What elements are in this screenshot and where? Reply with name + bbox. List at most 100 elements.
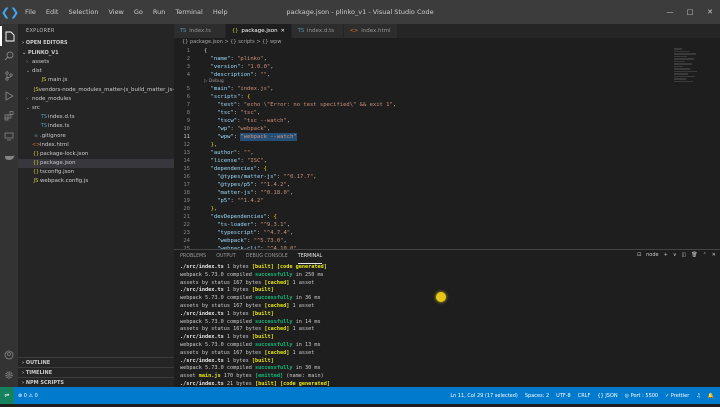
line-number: 15 bbox=[183, 166, 190, 172]
code-token: : bbox=[247, 238, 254, 244]
explorer-icon[interactable] bbox=[0, 26, 18, 46]
tree-item[interactable]: <> index.html bbox=[18, 141, 174, 150]
tree-item[interactable]: › node_modules bbox=[18, 95, 174, 104]
terminal-line: ./src/index.ts 1 bytes [built] bbox=[180, 334, 720, 342]
menu-item-edit[interactable]: Edit bbox=[41, 0, 64, 24]
account-icon[interactable] bbox=[0, 345, 18, 365]
code-token: , bbox=[263, 56, 267, 62]
status-item[interactable]: 🔔 bbox=[708, 393, 714, 399]
code-token: , bbox=[286, 222, 291, 228]
remote-indicator-icon[interactable]: ⇌ bbox=[0, 387, 14, 404]
maximize-button[interactable]: □ bbox=[680, 0, 700, 24]
timeline-label: TIMELINE bbox=[25, 370, 53, 376]
terminal-output[interactable]: ./src/index.ts 1 bytes [built] [code gen… bbox=[174, 264, 720, 404]
close-button[interactable]: ✕ bbox=[700, 0, 720, 24]
tree-item[interactable]: {} tsconfig.json bbox=[18, 168, 174, 177]
menu-item-terminal[interactable]: Terminal bbox=[170, 0, 207, 24]
code-token: "^0.17.7" bbox=[283, 174, 314, 180]
search-icon[interactable] bbox=[0, 46, 18, 66]
tree-item-label: main.js bbox=[48, 77, 68, 84]
status-item[interactable]: Ln 11, Col 29 (17 selected) bbox=[450, 393, 518, 399]
menu-item-run[interactable]: Run bbox=[148, 0, 170, 24]
remote-explorer-icon[interactable] bbox=[0, 126, 18, 146]
menu-item-go[interactable]: Go bbox=[129, 0, 148, 24]
code-token: , bbox=[283, 238, 287, 244]
tree-item-label: node_modules bbox=[32, 95, 72, 102]
menu-item-view[interactable]: View bbox=[103, 0, 128, 24]
editor-scrollbar[interactable] bbox=[710, 47, 720, 249]
terminal-shell-label[interactable]: node bbox=[646, 252, 658, 258]
code-token: , bbox=[213, 142, 218, 148]
panel-tab-output[interactable]: OUTPUT bbox=[216, 250, 236, 264]
panel-tab-debug-console[interactable]: DEBUG CONSOLE bbox=[246, 250, 288, 264]
outline-section[interactable]: › OUTLINE bbox=[18, 357, 174, 367]
problems-status[interactable]: ⊗ 0 ⚠ 0 bbox=[18, 393, 38, 399]
tree-item[interactable]: JS main.js bbox=[18, 76, 174, 85]
project-folder-section[interactable]: ⌄ PLINKO_V1 bbox=[18, 48, 174, 58]
settings-gear-icon[interactable] bbox=[0, 365, 18, 385]
npm-scripts-section[interactable]: › NPM SCRIPTS bbox=[18, 377, 174, 387]
code-token: "devDependencies" bbox=[210, 214, 267, 220]
run-debug-icon[interactable] bbox=[0, 86, 18, 106]
tree-item-label: dist bbox=[32, 68, 42, 75]
status-item[interactable]: ◎ Port : 5500 bbox=[625, 393, 658, 399]
code-token: , bbox=[392, 102, 397, 108]
docker-icon[interactable] bbox=[0, 146, 18, 166]
status-item[interactable]: UTF-8 bbox=[556, 393, 571, 399]
tab-package-json[interactable]: {} package.json ✕ bbox=[226, 24, 292, 38]
tree-item[interactable]: JS vendors-node_modules_matter-js_build_m… bbox=[18, 86, 174, 95]
terminal-dropdown-button[interactable]: ∨ bbox=[673, 252, 677, 258]
status-item[interactable]: ♫ bbox=[696, 393, 700, 399]
panel-tab-problems[interactable]: PROBLEMS bbox=[180, 250, 206, 264]
menu-item-selection[interactable]: Selection bbox=[63, 0, 103, 24]
code-editor[interactable]: 1{2 "name": "plinko", 3 "version": "1.0.0… bbox=[174, 47, 674, 268]
menu-item-file[interactable]: File bbox=[20, 0, 41, 24]
minimize-button[interactable]: — bbox=[660, 0, 680, 24]
tree-item[interactable]: {} package-lock.json bbox=[18, 150, 174, 159]
tree-item[interactable]: ⌄ src bbox=[18, 104, 174, 113]
trash-icon[interactable]: 🗑 bbox=[691, 252, 697, 258]
tab-index-html[interactable]: <> index.html bbox=[343, 24, 398, 38]
status-item[interactable]: CRLF bbox=[578, 393, 591, 399]
code-token: "@types/p5" bbox=[217, 182, 254, 188]
tree-item[interactable]: TS index.ts bbox=[18, 122, 174, 131]
panel-tab-terminal[interactable]: TERMINAL bbox=[297, 250, 323, 264]
code-token: : bbox=[237, 118, 244, 124]
status-item[interactable]: {} JSON bbox=[597, 393, 617, 399]
extensions-icon[interactable] bbox=[0, 106, 18, 126]
open-editors-section[interactable]: › OPEN EDITORS bbox=[18, 38, 174, 48]
close-tab-icon[interactable]: ✕ bbox=[281, 24, 285, 38]
split-terminal-button[interactable]: ◫ bbox=[682, 252, 687, 258]
tree-item[interactable]: ◆ .gitignore bbox=[18, 132, 174, 141]
code-token: "tsc" bbox=[240, 110, 257, 116]
minimap[interactable] bbox=[674, 47, 710, 249]
code-token: , bbox=[266, 126, 271, 132]
tree-item[interactable]: TS index.d.ts bbox=[18, 113, 174, 122]
js-file-icon: JS bbox=[33, 178, 39, 185]
code-token: "^9.3.1" bbox=[260, 222, 287, 228]
tree-item[interactable]: JS webpack.config.js bbox=[18, 177, 174, 186]
breadcrumb[interactable]: {} package.json > {} scripts > {} wpw bbox=[174, 38, 720, 47]
tab-index-d-ts[interactable]: TS index.d.ts bbox=[291, 24, 344, 38]
code-token: : bbox=[257, 230, 264, 236]
tab-label: package.json bbox=[241, 28, 278, 34]
menu-item-help[interactable]: Help bbox=[208, 0, 233, 24]
close-panel-button[interactable]: ✕ bbox=[712, 252, 716, 258]
tree-item[interactable]: {} package.json bbox=[18, 159, 174, 169]
status-item[interactable]: Spaces: 2 bbox=[525, 393, 549, 399]
tab-label: index.d.ts bbox=[307, 28, 335, 34]
source-control-icon[interactable] bbox=[0, 66, 18, 86]
maximize-panel-button[interactable]: ⌃ bbox=[703, 252, 707, 258]
tree-item[interactable]: › assets bbox=[18, 58, 174, 67]
tab-index-ts[interactable]: TS index.ts bbox=[174, 24, 226, 38]
code-line: 11 "wpw": "webpack --watch" bbox=[174, 133, 674, 141]
panel-actions: ⊡ node + ∨ ◫ 🗑 ⌃ ✕ bbox=[637, 252, 716, 258]
line-number: 2 bbox=[186, 56, 190, 62]
tree-item[interactable]: ⌄ dist bbox=[18, 67, 174, 76]
timeline-section[interactable]: › TIMELINE bbox=[18, 367, 174, 377]
status-item[interactable]: ✓ Prettier bbox=[665, 393, 689, 399]
new-terminal-button[interactable]: + bbox=[664, 252, 668, 258]
